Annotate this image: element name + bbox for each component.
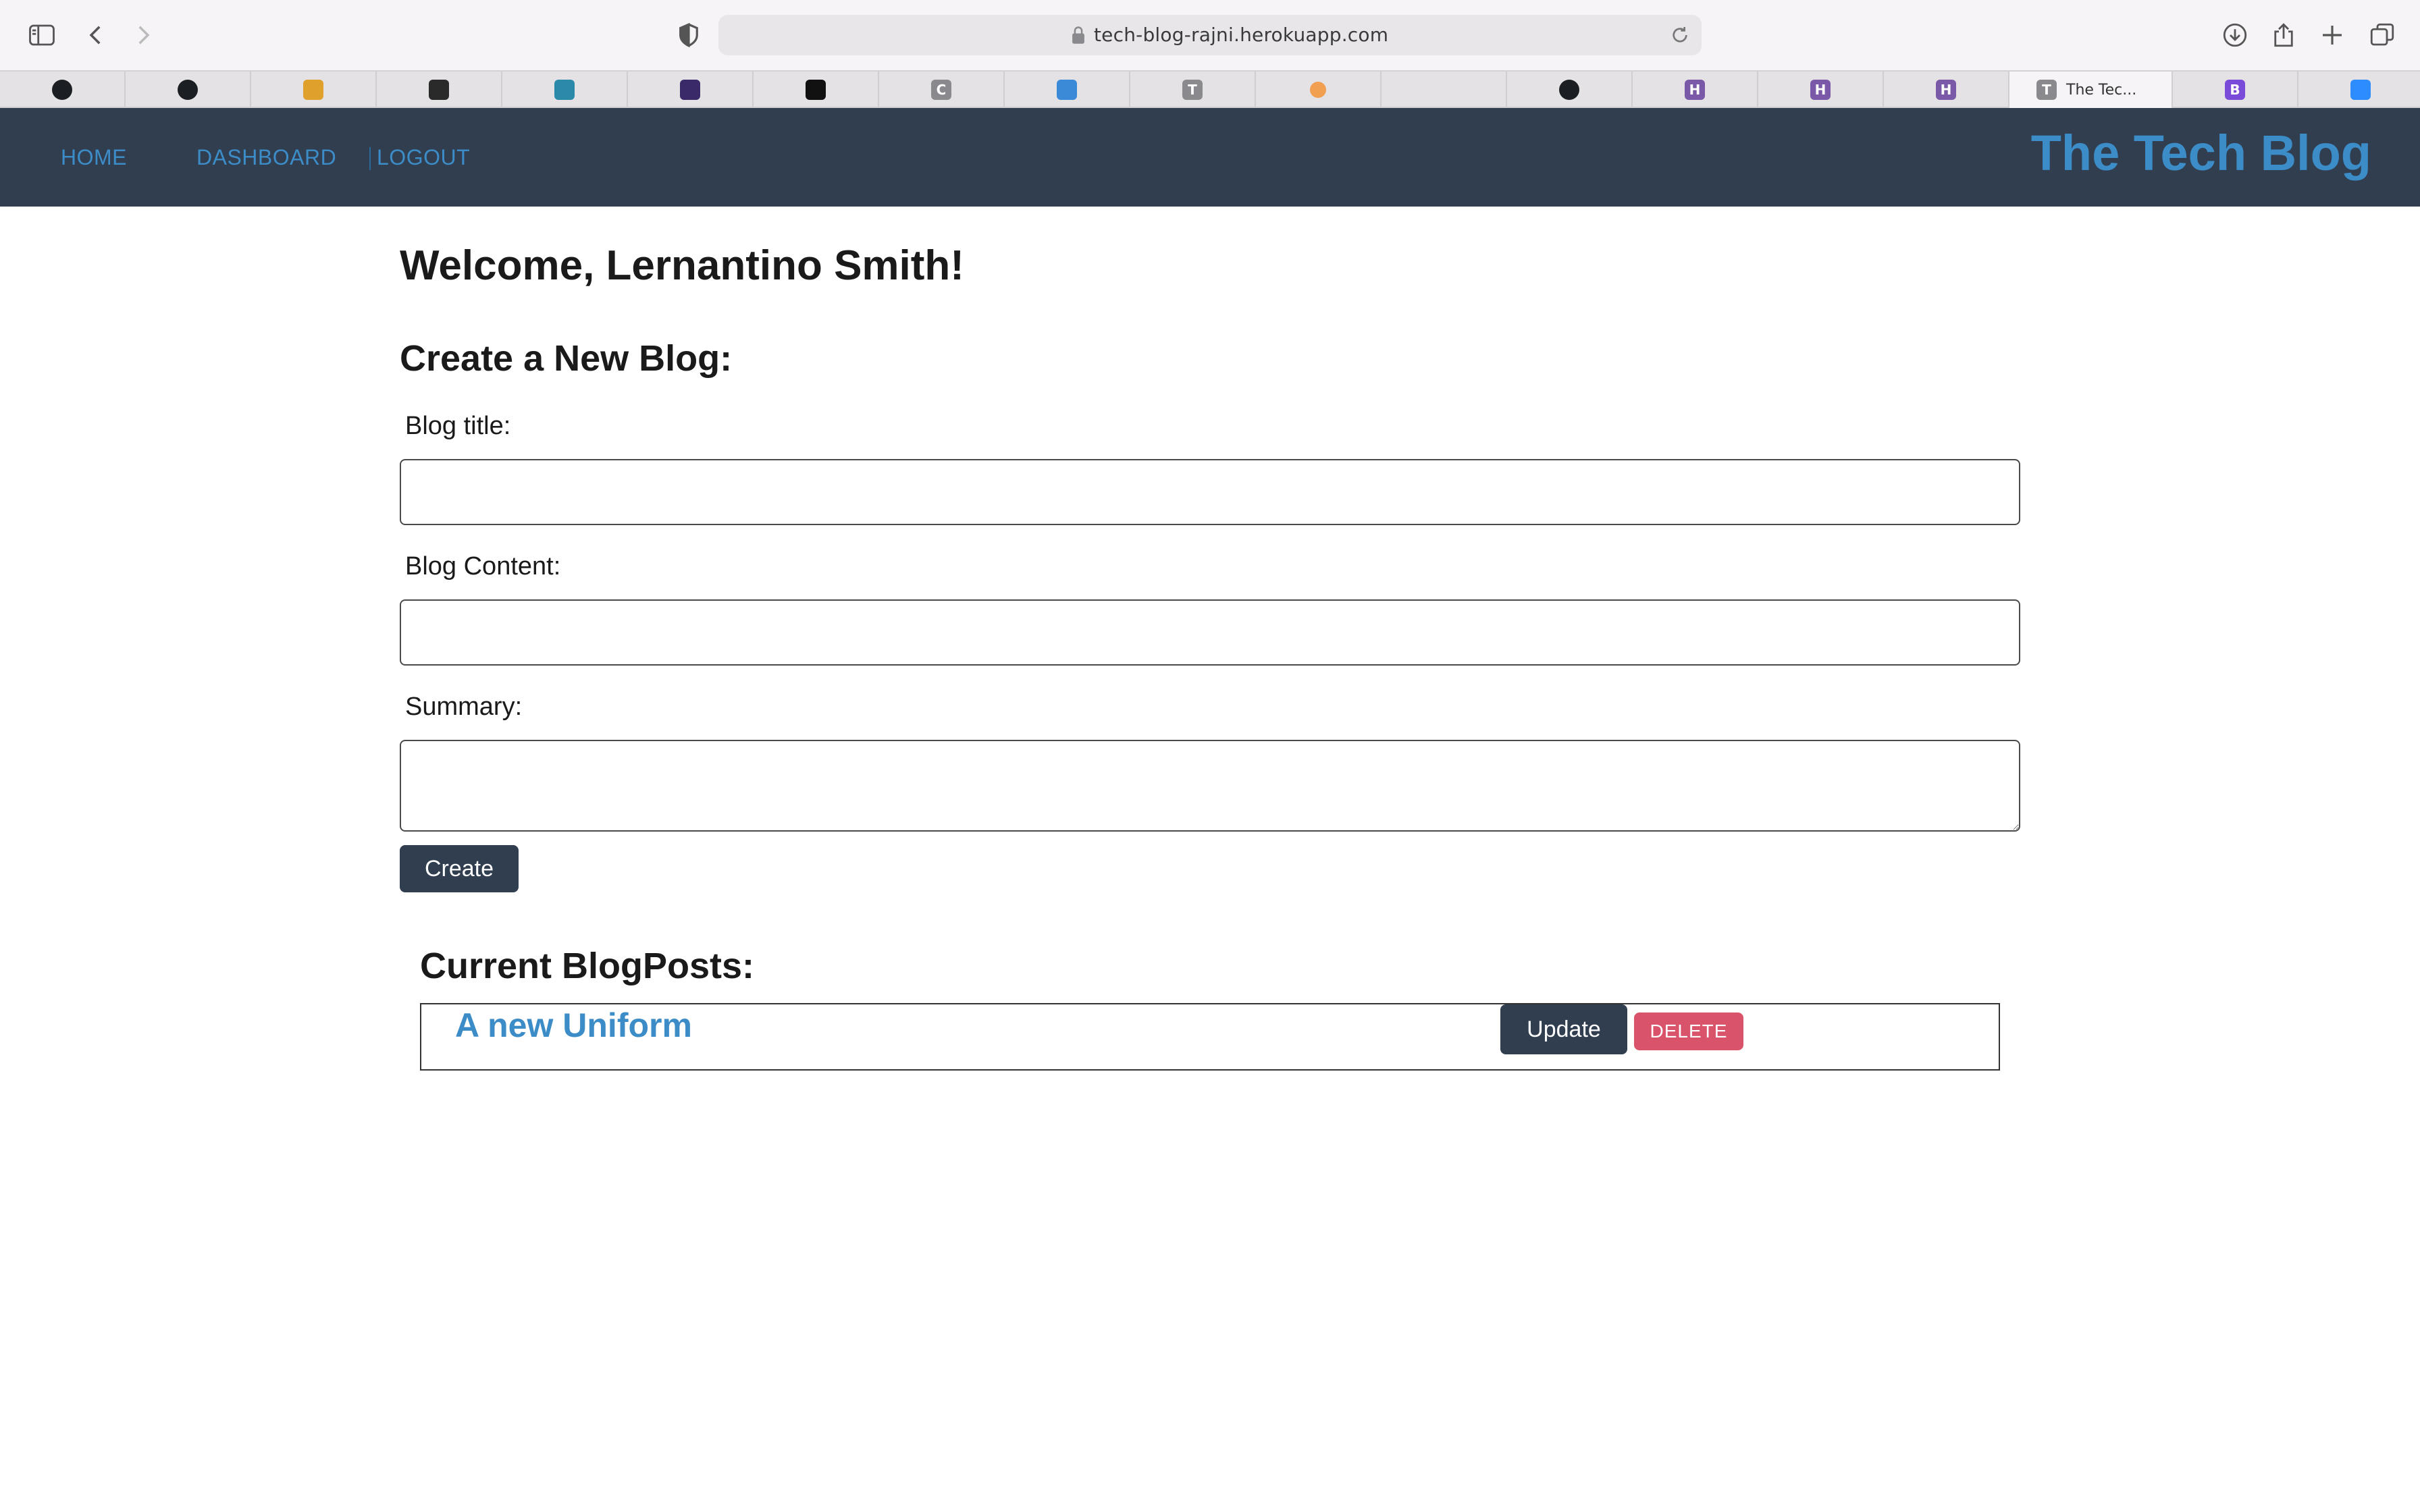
github-icon [1559,80,1579,100]
browser-tab-bar: C T H H H T The Tec... B [0,70,2420,108]
nav-divider [369,147,371,170]
browser-tab[interactable] [1005,72,1130,108]
tab-overview-icon[interactable] [2363,16,2401,54]
nav-logout-link[interactable]: LOGOUT [377,108,470,207]
heroku-icon: H [1936,80,1956,100]
share-icon[interactable] [2265,16,2303,54]
blog-post-title-link[interactable]: A new Uniform [455,1006,692,1045]
url-text: tech-blog-rajni.herokuapp.com [1094,24,1389,46]
browser-toolbar: tech-blog-rajni.herokuapp.com [0,0,2420,70]
github-icon [178,80,198,100]
browser-tab[interactable] [628,72,754,108]
blog-post-card: A new Uniform Update DELETE [420,1003,2000,1071]
purple-square-icon [680,80,700,100]
blank-icon [1433,80,1454,100]
browser-tab[interactable]: B [2173,72,2298,108]
browser-tab[interactable]: T [1130,72,1256,108]
downloads-icon[interactable] [2216,16,2254,54]
current-blogposts-heading: Current BlogPosts: [420,946,755,986]
summary-label: Summary: [405,693,523,721]
heroku-icon: H [1685,80,1705,100]
update-button[interactable]: Update [1500,1004,1627,1054]
browser-tab[interactable] [502,72,628,108]
browser-tab[interactable]: H [1884,72,2009,108]
browser-tab[interactable]: C [879,72,1005,108]
site-brand-title: The Tech Blog [2030,125,2371,181]
medium-icon [806,80,826,100]
gray-c-icon: C [931,80,951,100]
site-navbar: HOME DASHBOARD LOGOUT The Tech Blog [0,108,2420,207]
orange-grid-icon [303,80,323,100]
browser-tab[interactable] [1507,72,1633,108]
browser-tab[interactable] [2298,72,2420,108]
nav-home-link[interactable]: HOME [61,108,127,207]
create-blog-heading: Create a New Blog: [400,338,733,379]
browser-tab[interactable] [0,72,126,108]
dark-square-icon [429,80,449,100]
blog-title-label: Blog title: [405,412,511,440]
gray-t-icon: T [2036,80,2057,100]
browser-tab[interactable]: H [1633,72,1758,108]
browser-tab[interactable] [126,72,251,108]
browser-tab-active[interactable]: T The Tec... [2009,72,2173,108]
orange-dot-icon [1310,82,1326,98]
browser-tab[interactable] [251,72,377,108]
back-icon[interactable] [77,16,115,54]
delete-button[interactable]: DELETE [1634,1013,1743,1050]
gray-t-icon: T [1182,80,1203,100]
blog-content-label: Blog Content: [405,552,561,580]
reload-icon[interactable] [1669,24,1691,46]
bootstrap-icon: B [2225,80,2245,100]
teal-home-icon [554,80,575,100]
blue-cube-icon [1057,80,1077,100]
summary-textarea[interactable] [400,740,2020,832]
github-icon [52,80,72,100]
browser-tab[interactable] [1256,72,1382,108]
new-tab-icon[interactable] [2313,16,2351,54]
privacy-shield-icon[interactable] [670,16,708,54]
sidebar-toggle-icon[interactable] [23,16,61,54]
welcome-heading: Welcome, Lernantino Smith! [400,242,964,289]
address-bar[interactable]: tech-blog-rajni.herokuapp.com [718,15,1702,55]
create-button[interactable]: Create [400,845,519,892]
browser-tab[interactable] [754,72,879,108]
blog-content-input[interactable] [400,599,2020,666]
zoom-icon [2350,80,2371,100]
lock-icon [1072,26,1084,44]
heroku-icon: H [1810,80,1831,100]
forward-icon[interactable] [124,16,162,54]
browser-tab[interactable]: H [1758,72,1884,108]
browser-tab[interactable] [377,72,502,108]
browser-tab[interactable] [1382,72,1507,108]
active-tab-title: The Tec... [2066,81,2137,99]
nav-dashboard-link[interactable]: DASHBOARD [196,108,336,207]
blog-title-input[interactable] [400,459,2020,525]
